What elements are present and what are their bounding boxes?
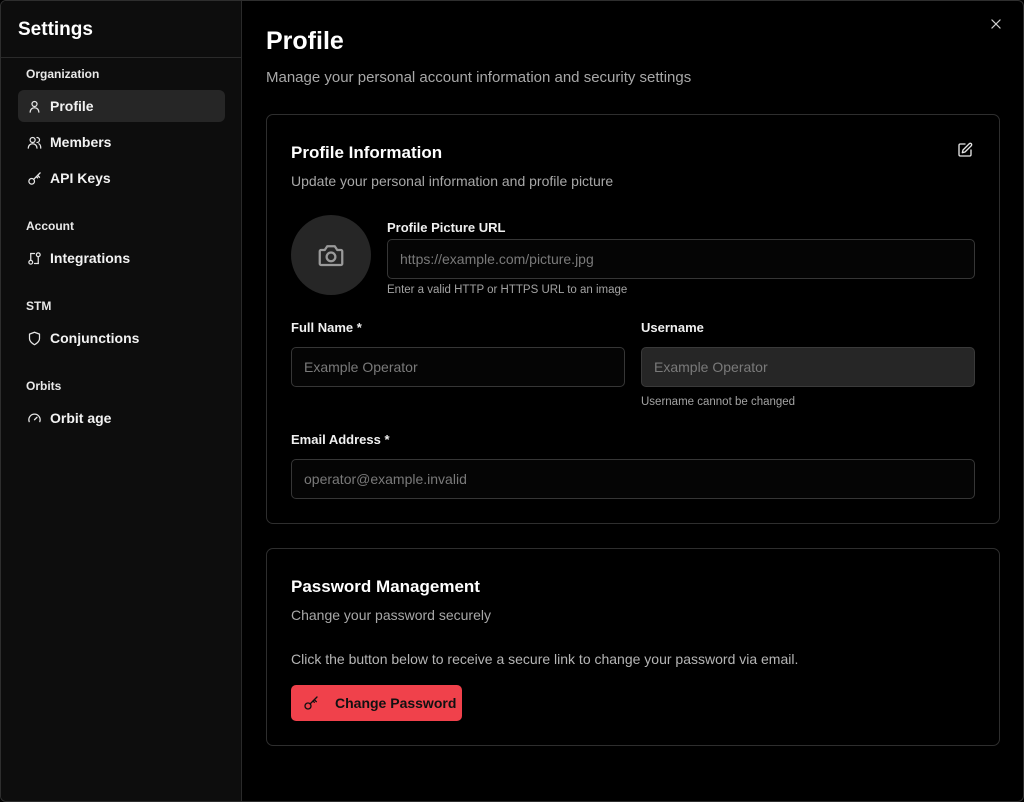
username-hint: Username cannot be changed bbox=[641, 396, 796, 408]
gauge-icon bbox=[26, 410, 42, 426]
sidebar-item-label: Profile bbox=[50, 98, 94, 114]
sidebar-item-label: Members bbox=[50, 134, 112, 150]
sidebar-item-integrations[interactable]: Integrations bbox=[18, 242, 225, 274]
profile-picture-url-hint: Enter a valid HTTP or HTTPS URL to an im… bbox=[387, 284, 628, 296]
avatar[interactable] bbox=[291, 215, 371, 295]
full-name-input[interactable] bbox=[291, 347, 625, 387]
settings-sidebar: Settings Organization Profile Members AP… bbox=[1, 1, 242, 801]
sidebar-item-orbit-age[interactable]: Orbit age bbox=[18, 402, 225, 434]
sidebar-item-label: Integrations bbox=[50, 250, 131, 266]
username-input bbox=[641, 347, 975, 387]
shield-icon bbox=[26, 330, 42, 346]
sidebar-item-label: Orbit age bbox=[50, 410, 112, 426]
card-subtitle: Update your personal information and pro… bbox=[291, 173, 614, 189]
card-title: Profile Information bbox=[291, 143, 443, 162]
profile-picture-url-label: Profile Picture URL bbox=[387, 220, 506, 235]
sidebar-item-label: Conjunctions bbox=[50, 330, 140, 346]
sidebar-title: Settings bbox=[1, 1, 241, 58]
page-subtitle: Manage your personal account information… bbox=[266, 69, 692, 86]
profile-picture-url-input[interactable] bbox=[387, 239, 975, 279]
sidebar-item-members[interactable]: Members bbox=[18, 126, 225, 158]
card-title: Password Management bbox=[291, 577, 480, 596]
camera-icon bbox=[318, 245, 344, 267]
user-icon bbox=[26, 98, 42, 114]
change-password-button[interactable]: Change Password bbox=[291, 685, 462, 721]
change-password-label: Change Password bbox=[335, 695, 457, 711]
section-label-organization: Organization bbox=[26, 67, 100, 81]
key-icon bbox=[304, 696, 318, 710]
key-icon bbox=[26, 170, 42, 186]
profile-information-card: Profile Information Update your personal… bbox=[266, 114, 1000, 524]
password-management-card: Password Management Change your password… bbox=[266, 548, 1000, 746]
password-description: Click the button below to receive a secu… bbox=[291, 651, 799, 667]
settings-dialog: Settings Organization Profile Members AP… bbox=[0, 0, 1024, 802]
section-label-account: Account bbox=[26, 219, 74, 233]
full-name-label: Full Name * bbox=[291, 320, 362, 335]
email-input[interactable] bbox=[291, 459, 975, 499]
card-subtitle: Change your password securely bbox=[291, 607, 491, 623]
integration-icon bbox=[26, 250, 42, 266]
edit-profile-button[interactable] bbox=[957, 142, 975, 160]
username-label: Username bbox=[641, 320, 704, 335]
sidebar-item-api-keys[interactable]: API Keys bbox=[18, 162, 225, 194]
email-label: Email Address * bbox=[291, 432, 390, 447]
edit-icon bbox=[958, 142, 973, 157]
section-label-orbits: Orbits bbox=[26, 379, 62, 393]
page-title: Profile bbox=[266, 27, 344, 55]
sidebar-item-conjunctions[interactable]: Conjunctions bbox=[18, 322, 225, 354]
section-label-stm: STM bbox=[26, 299, 52, 313]
sidebar-item-label: API Keys bbox=[50, 170, 111, 186]
close-icon bbox=[991, 19, 1001, 29]
sidebar-item-profile[interactable]: Profile bbox=[18, 90, 225, 122]
close-button[interactable] bbox=[989, 17, 1005, 33]
users-icon bbox=[26, 134, 42, 150]
